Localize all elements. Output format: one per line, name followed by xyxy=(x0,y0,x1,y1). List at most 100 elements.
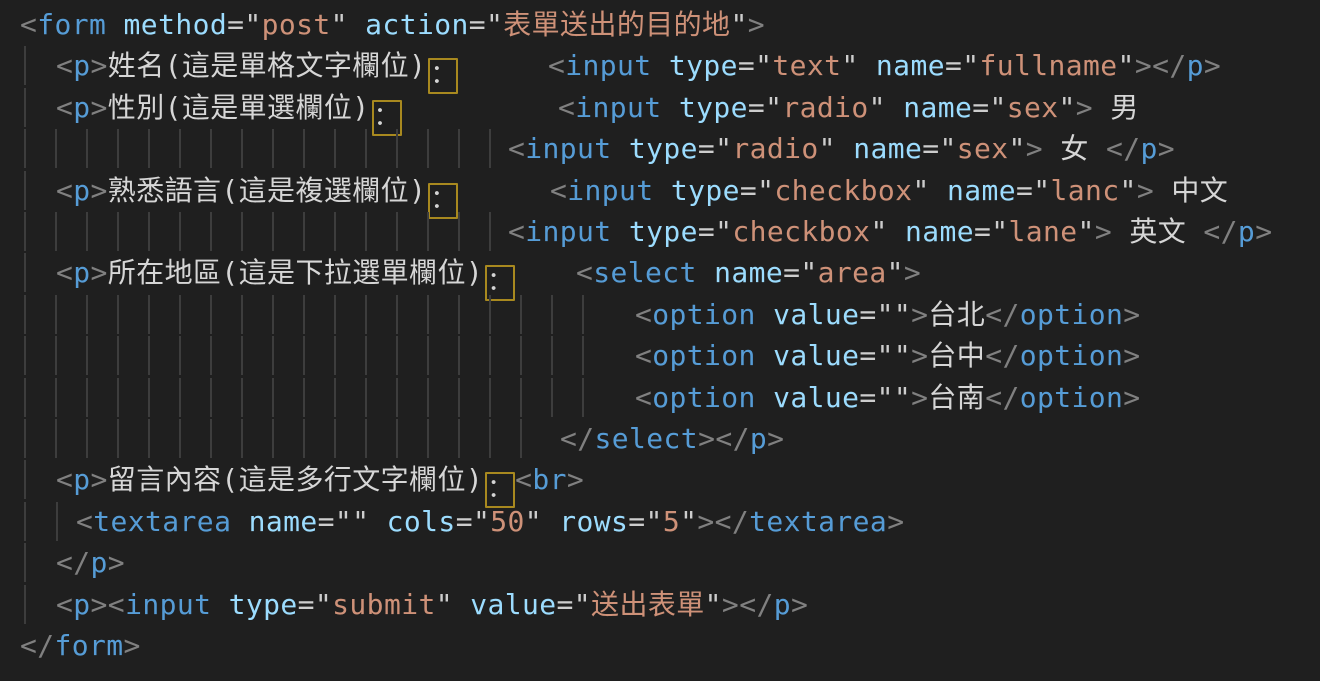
code-line[interactable]: <p>性別(這是單選欄位)：<input type="radio" name="… xyxy=(0,87,1320,128)
code-token: =" xyxy=(972,91,1007,124)
code-segment: <option value="">台中</option> xyxy=(635,335,1141,376)
indent-guide xyxy=(551,336,553,375)
code-token: < xyxy=(56,174,73,207)
code-line[interactable]: <p>熟悉語言(這是複選欄位)：<input type="checkbox" n… xyxy=(0,170,1320,211)
code-token: option xyxy=(652,339,756,372)
code-token: < xyxy=(56,49,73,82)
indent-guide xyxy=(458,129,460,168)
code-line[interactable]: <textarea name="" cols="50" rows="5"></t… xyxy=(0,501,1320,542)
code-token: ="" xyxy=(859,298,911,331)
indent-guide xyxy=(458,295,460,334)
code-token: > xyxy=(1158,132,1175,165)
code-line[interactable]: <option value="">台南</option> xyxy=(0,377,1320,418)
indent-guide xyxy=(148,378,150,417)
code-token: " xyxy=(730,8,747,41)
code-token: > xyxy=(1076,91,1093,124)
code-token: 男 xyxy=(1093,91,1139,124)
code-token: post xyxy=(262,8,331,41)
code-token: p xyxy=(73,588,90,621)
code-token: checkbox xyxy=(732,215,870,248)
code-token: p xyxy=(774,588,791,621)
indent-guide xyxy=(210,419,212,458)
code-line[interactable]: </form> xyxy=(0,625,1320,666)
indent-guide xyxy=(210,336,212,375)
indent-guide xyxy=(334,212,336,251)
code-token: input xyxy=(125,588,211,621)
code-token: name xyxy=(886,91,972,124)
code-line[interactable]: </select></p> xyxy=(0,418,1320,459)
indent-guide xyxy=(365,129,367,168)
code-line[interactable]: <p><input type="submit" value="送出表單"></p… xyxy=(0,584,1320,625)
code-segment: </select></p> xyxy=(560,418,784,459)
indent-guide xyxy=(210,212,212,251)
code-token: p xyxy=(1187,49,1204,82)
code-token: p xyxy=(73,256,90,289)
code-token: value xyxy=(756,381,860,414)
code-line[interactable]: <input type="radio" name="sex"> 女 </p> xyxy=(0,128,1320,169)
code-line[interactable]: <option value="">台中</option> xyxy=(0,335,1320,376)
code-token: > xyxy=(697,505,714,538)
indent-guide xyxy=(148,419,150,458)
indent-guide xyxy=(272,295,274,334)
indent-guide xyxy=(303,129,305,168)
code-line[interactable]: <option value="">台北</option> xyxy=(0,294,1320,335)
indent-guide xyxy=(55,419,57,458)
code-token: action xyxy=(348,8,469,41)
code-segment: <textarea name="" cols="50" rows="5"></t… xyxy=(76,501,904,542)
indent-guide xyxy=(396,336,398,375)
code-token: " xyxy=(869,91,886,124)
indent-guide xyxy=(272,336,274,375)
code-token: > xyxy=(748,8,765,41)
code-token: " xyxy=(1078,215,1095,248)
indent-guide xyxy=(334,295,336,334)
code-line[interactable]: <p>留言內容(這是多行文字欄位)：<br> xyxy=(0,459,1320,500)
indent-guide xyxy=(24,460,26,499)
code-line[interactable]: <input type="checkbox" name="lane"> 英文 <… xyxy=(0,211,1320,252)
code-token: </ xyxy=(1152,49,1187,82)
code-token: " xyxy=(1118,49,1135,82)
code-token: < xyxy=(558,91,575,124)
code-line[interactable]: </p> xyxy=(0,542,1320,583)
code-token: option xyxy=(652,298,756,331)
indent-guide xyxy=(365,419,367,458)
code-token: =" xyxy=(1016,174,1051,207)
code-token: lanc xyxy=(1051,174,1120,207)
code-token: " xyxy=(1009,132,1026,165)
indent-guide xyxy=(86,212,88,251)
code-line[interactable]: <p>所在地區(這是下拉選單欄位)：<select name="area"> xyxy=(0,252,1320,293)
code-token: option xyxy=(1020,298,1124,331)
code-token: 女 xyxy=(1043,132,1106,165)
indent-guide xyxy=(24,295,26,334)
code-token: select xyxy=(593,256,697,289)
indent-guide xyxy=(148,336,150,375)
code-token: sex xyxy=(1007,91,1059,124)
code-line[interactable]: <p>姓名(這是單格文字欄位)：<input type="text" name=… xyxy=(0,45,1320,86)
code-token: " xyxy=(819,132,836,165)
indent-guide xyxy=(458,212,460,251)
indent-guide xyxy=(241,336,243,375)
code-token: < xyxy=(56,256,73,289)
indent-guide xyxy=(24,212,26,251)
indent-guide xyxy=(86,336,88,375)
code-token: fullname xyxy=(979,49,1117,82)
code-token: =" xyxy=(738,49,773,82)
indent-guide xyxy=(365,336,367,375)
indent-guide xyxy=(179,129,181,168)
code-editor[interactable]: <form method="post" action="表單送出的目的地"><p… xyxy=(0,0,1320,681)
code-token: method xyxy=(106,8,227,41)
indent-guide xyxy=(24,543,26,582)
code-token: =" xyxy=(698,132,733,165)
code-token: > xyxy=(91,588,108,621)
code-token: > xyxy=(108,546,125,579)
indent-guide xyxy=(272,419,274,458)
indent-guide xyxy=(24,585,26,624)
indent-guide xyxy=(24,46,26,85)
code-token: value xyxy=(756,339,860,372)
indent-guide xyxy=(582,378,584,417)
code-token: </ xyxy=(985,298,1020,331)
code-token: > xyxy=(767,422,784,455)
code-token: lane xyxy=(1009,215,1078,248)
code-line[interactable]: <form method="post" action="表單送出的目的地"> xyxy=(0,4,1320,45)
code-token: p xyxy=(91,546,108,579)
code-segment: <form method="post" action="表單送出的目的地"> xyxy=(20,4,765,45)
